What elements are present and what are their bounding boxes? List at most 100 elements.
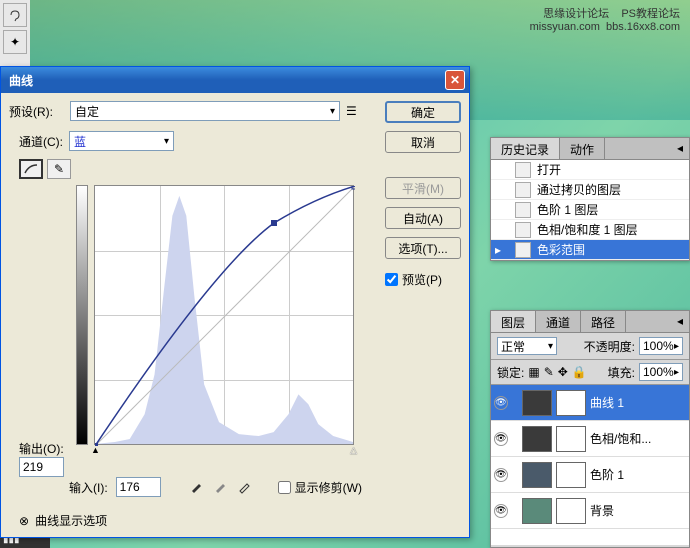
smooth-button: 平滑(M) [385,177,461,199]
watermark-top: 思缘设计论坛 PS教程论坛 missyuan.com bbs.16xx8.com [530,5,680,33]
history-item-label: 色相/饱和度 1 图层 [537,221,638,238]
layers-panel: 图层 通道 路径 ◂ 正常▾ 不透明度: 100%▸ 锁定: ▦ ✎ ✥ 🔒 填… [490,310,690,548]
opacity-value: 100% [643,339,674,353]
history-step-icon [515,222,531,238]
visibility-eye-icon[interactable]: 👁 [494,504,508,518]
preset-menu-icon[interactable]: ☰ [346,104,357,118]
dialog-title: 曲线 [5,72,445,89]
channel-value: 蓝 [74,133,86,150]
preview-input[interactable] [385,273,398,286]
layer-row[interactable]: 👁 色相/饱和... [491,421,689,457]
curve-options-label[interactable]: 曲线显示选项 [35,512,107,529]
history-step-icon [515,202,531,218]
layer-label: 曲线 1 [590,394,624,411]
visibility-eye-icon[interactable]: 👁 [494,432,508,446]
curves-dialog: 曲线 ✕ 预设(R): 自定 ▾ ☰ 通道(C): 蓝 ▾ ✎ [0,66,470,538]
input-field[interactable] [116,477,161,497]
white-eyedropper-icon[interactable] [237,478,255,496]
lock-brush-icon[interactable]: ✎ [544,365,554,379]
tab-paths[interactable]: 路径 [581,311,626,332]
show-clip-label: 显示修剪(W) [295,479,362,496]
layer-mask [556,462,586,488]
layer-label: 色阶 1 [590,466,624,483]
lock-label: 锁定: [497,364,524,381]
curve-pencil-tool-icon[interactable]: ✎ [47,159,71,179]
panel-menu-icon[interactable]: ◂ [671,311,689,332]
preview-checkbox[interactable]: 预览(P) [385,271,461,288]
curve-graph[interactable] [94,185,354,445]
blend-value: 正常 [501,338,525,355]
lasso-tool-icon[interactable] [3,3,27,27]
chevron-down-icon: ▾ [164,136,169,147]
history-item-label: 色阶 1 图层 [537,201,598,218]
output-label: 输出(O): [19,440,64,457]
layer-thumb [522,462,552,488]
tab-layers[interactable]: 图层 [491,311,536,332]
lock-move-icon[interactable]: ✥ [558,365,568,379]
channel-select[interactable]: 蓝 ▾ [69,131,174,151]
history-step-icon [515,162,531,178]
tool-palette: ✦ [0,0,30,70]
history-panel: 历史记录 动作 ◂ 打开通过拷贝的图层色阶 1 图层色相/饱和度 1 图层 ▸色彩… [490,137,690,261]
layer-row[interactable]: 👁 曲线 1 [491,385,689,421]
blend-mode-select[interactable]: 正常▾ [497,337,557,355]
opacity-label: 不透明度: [584,338,635,355]
black-point-slider[interactable]: ▲ [91,445,100,455]
lock-all-icon[interactable]: 🔒 [572,365,587,379]
cancel-button[interactable]: 取消 [385,131,461,153]
preset-select[interactable]: 自定 ▾ [70,101,340,121]
layer-row[interactable]: 👁 背景 [491,493,689,529]
opacity-field[interactable]: 100%▸ [639,337,683,355]
white-point-slider[interactable]: △ [350,445,357,456]
output-field[interactable] [19,457,64,477]
fill-label: 填充: [608,364,635,381]
show-clip-checkbox[interactable]: 显示修剪(W) [278,479,362,496]
history-item[interactable]: 通过拷贝的图层 [491,180,689,200]
auto-button[interactable]: 自动(A) [385,207,461,229]
history-item[interactable]: 色相/饱和度 1 图层 [491,220,689,240]
history-item[interactable]: 打开 [491,160,689,180]
layer-label: 色相/饱和... [590,430,651,447]
fill-field[interactable]: 100%▸ [639,363,683,381]
ok-button[interactable]: 确定 [385,101,461,123]
preview-label: 预览(P) [402,271,442,288]
dialog-titlebar[interactable]: 曲线 ✕ [1,67,469,93]
visibility-eye-icon[interactable]: 👁 [494,396,508,410]
expand-chevron-icon[interactable]: ⊗ [19,514,29,528]
curve-line [95,186,355,446]
layer-mask [556,498,586,524]
input-label: 输入(I): [69,479,108,496]
show-clip-input[interactable] [278,481,291,494]
layer-mask [556,426,586,452]
fill-value: 100% [643,365,674,379]
preset-label: 预设(R): [9,103,64,120]
tab-channels[interactable]: 通道 [536,311,581,332]
history-item[interactable]: 色阶 1 图层 [491,200,689,220]
history-step-icon [515,182,531,198]
tab-history[interactable]: 历史记录 [491,138,560,159]
channel-label: 通道(C): [19,133,63,150]
curve-point-tool-icon[interactable] [19,159,43,179]
panel-menu-icon[interactable]: ◂ [671,138,689,159]
options-button[interactable]: 选项(T)... [385,237,461,259]
output-gradient [76,185,88,445]
layer-thumb [522,426,552,452]
layer-mask [556,390,586,416]
layer-label: 背景 [590,502,614,519]
history-item-label: 色彩范围 [537,241,585,258]
preset-value: 自定 [75,103,99,120]
lock-pixels-icon[interactable]: ▦ [528,365,539,379]
gray-eyedropper-icon[interactable] [213,478,231,496]
layer-thumb [522,390,552,416]
black-eyedropper-icon[interactable] [189,478,207,496]
history-step-icon [515,242,531,258]
magic-wand-icon[interactable]: ✦ [3,30,27,54]
tab-actions[interactable]: 动作 [560,138,605,159]
history-item-label: 通过拷贝的图层 [537,181,621,198]
layer-thumb [522,498,552,524]
chevron-down-icon: ▾ [330,106,335,117]
history-item[interactable]: ▸色彩范围 [491,240,689,260]
close-icon[interactable]: ✕ [445,70,465,90]
layer-row[interactable]: 👁 色阶 1 [491,457,689,493]
visibility-eye-icon[interactable]: 👁 [494,468,508,482]
